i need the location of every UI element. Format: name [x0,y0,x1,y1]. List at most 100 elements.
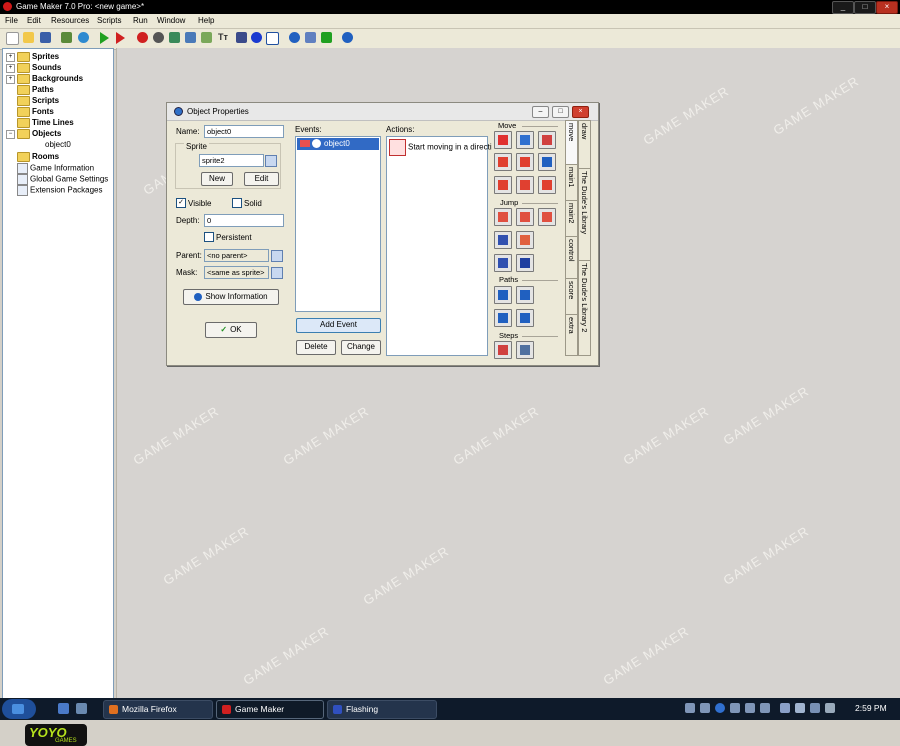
path-position-action[interactable] [494,309,512,327]
move-free-action[interactable] [516,131,534,149]
solid-checkbox[interactable] [232,198,242,208]
add-object-icon[interactable] [251,32,262,43]
action-item[interactable]: Start moving in a directi [389,139,492,156]
minimize-button[interactable]: _ [832,1,854,14]
tree-item-paths[interactable]: Paths [6,85,54,96]
show-desktop-icon[interactable] [58,703,69,714]
mask-browse-icon[interactable] [271,267,283,279]
jump-to-start-action[interactable] [516,208,534,226]
tree-item-scripts[interactable]: Scripts [6,96,59,107]
parent-select[interactable]: <no parent> [204,249,269,262]
step-towards-action[interactable] [494,341,512,359]
add-event-button[interactable]: Add Event [296,318,381,333]
tree-item-fonts[interactable]: Fonts [6,107,54,118]
parent-browse-icon[interactable] [271,250,283,262]
tray-icon[interactable] [745,703,755,713]
tree-item-game-information[interactable]: Game Information [17,163,94,174]
new-sprite-button[interactable]: New [201,172,233,186]
reverse-horizontal-action[interactable] [494,176,512,194]
add-sound-icon[interactable] [153,32,164,43]
run-icon[interactable] [100,32,109,44]
tree-item-rooms[interactable]: Rooms [6,152,59,163]
tree-item-extension-packages[interactable]: Extension Packages [17,185,103,196]
sprite-select[interactable]: sprite2 [199,154,264,167]
depth-input[interactable]: 0 [204,214,284,227]
game-information-icon[interactable] [289,32,300,43]
wrap-screen-action[interactable] [516,231,534,249]
tab-main1[interactable]: main1 [565,164,578,202]
add-script-icon[interactable] [201,32,212,43]
ok-button[interactable]: ✓ OK [205,322,257,338]
tree-item-global-game-settings[interactable]: Global Game Settings [17,174,108,185]
tree-item-objects[interactable]: − Objects [6,129,61,140]
tray-icon[interactable] [825,703,835,713]
change-event-button[interactable]: Change [341,340,381,355]
jump-to-position-action[interactable] [494,208,512,226]
tab-the-dudes-library-2[interactable]: The Dude's Library 2 [578,260,591,356]
visible-checkbox[interactable]: ✓ [176,198,186,208]
tab-score[interactable]: score [565,278,578,316]
tab-the-dudes-library[interactable]: The Dude's Library [578,168,591,262]
tray-icon[interactable] [700,703,710,713]
add-font-icon[interactable]: Tт [218,32,229,43]
menu-help[interactable]: Help [198,16,214,25]
publish-icon[interactable] [61,32,72,43]
name-input[interactable]: object0 [204,125,284,138]
tray-icon[interactable] [730,703,740,713]
debug-run-icon[interactable] [116,32,125,44]
set-path-action[interactable] [494,286,512,304]
tree-item-sprites[interactable]: + Sprites [6,52,59,63]
menu-window[interactable]: Window [157,16,185,25]
menu-edit[interactable]: Edit [27,16,41,25]
events-list[interactable]: object0 [295,136,381,312]
tab-draw[interactable]: draw [578,120,591,170]
tray-icon[interactable] [810,703,820,713]
tree-item-sounds[interactable]: + Sounds [6,63,61,74]
move-fixed-action[interactable] [494,131,512,149]
tab-extra[interactable]: extra [565,314,578,356]
volume-icon[interactable] [795,703,805,713]
start-button[interactable] [2,699,36,719]
show-information-button[interactable]: Show Information [183,289,279,305]
media-pause-icon[interactable] [715,703,725,713]
menu-scripts[interactable]: Scripts [97,16,121,25]
switch-windows-icon[interactable] [76,703,87,714]
actions-list[interactable]: Start moving in a directi [386,136,492,356]
tree-item-time-lines[interactable]: Time Lines [6,118,74,129]
gravity-action[interactable] [538,153,556,171]
tree-item-backgrounds[interactable]: + Backgrounds [6,74,83,85]
dialog-close-button[interactable]: × [572,106,589,118]
network-icon[interactable] [780,703,790,713]
sprite-browse-icon[interactable] [265,155,277,167]
menu-resources[interactable]: Resources [51,16,89,25]
expand-icon[interactable]: + [6,74,15,84]
taskbar-item-firefox[interactable]: Mozilla Firefox [103,700,213,719]
open-folder-icon[interactable] [23,32,34,43]
path-speed-action[interactable] [516,309,534,327]
new-file-icon[interactable] [6,32,19,45]
add-background-icon[interactable] [169,32,180,43]
tray-icon[interactable] [685,703,695,713]
align-to-grid-action[interactable] [494,231,512,249]
mask-select[interactable]: <same as sprite> [204,266,269,279]
global-settings-icon[interactable] [305,32,316,43]
bounce-action[interactable] [516,254,534,272]
move-to-contact-action[interactable] [494,254,512,272]
dialog-maximize-button[interactable]: □ [552,106,569,118]
menu-run[interactable]: Run [133,16,148,25]
globe-icon[interactable] [78,32,89,43]
close-button[interactable]: × [876,1,898,14]
tab-control[interactable]: control [565,236,578,280]
taskbar-item-game-maker[interactable]: Game Maker [216,700,324,719]
tab-main2[interactable]: main2 [565,200,578,238]
add-path-icon[interactable] [185,32,196,43]
taskbar-item-flashing[interactable]: Flashing [327,700,437,719]
event-item-selected[interactable]: object0 [297,138,379,150]
jump-to-random-action[interactable] [538,208,556,226]
friction-action[interactable] [538,176,556,194]
delete-event-button[interactable]: Delete [296,340,336,355]
tray-icon[interactable] [760,703,770,713]
tree-item-object0[interactable]: object0 [45,140,71,151]
tab-move[interactable]: move [565,120,578,166]
extension-packages-icon[interactable] [321,32,332,43]
